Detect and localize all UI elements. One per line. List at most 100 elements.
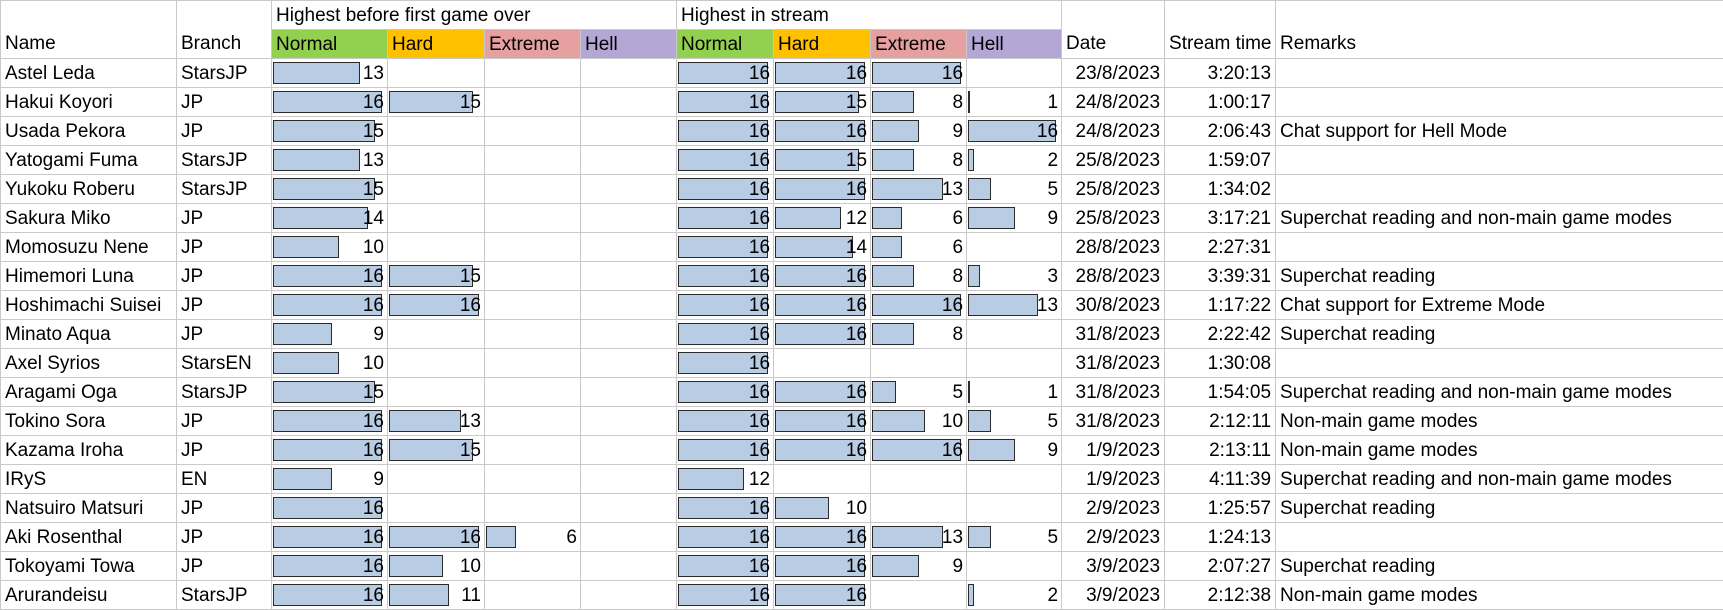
cell-stream-hard[interactable]: 16 (773, 551, 872, 581)
cell-stream-time[interactable]: 2:12:11 (1164, 406, 1277, 436)
cell-remarks[interactable] (1275, 522, 1723, 552)
cell-stream-normal[interactable]: 16 (676, 580, 775, 610)
cell-branch[interactable]: JP (176, 319, 272, 349)
cell-before-normal[interactable]: 16 (271, 290, 388, 320)
cell-before-extreme[interactable] (484, 261, 581, 291)
cell-remarks[interactable]: Chat support for Hell Mode (1275, 116, 1723, 146)
cell-branch[interactable]: JP (176, 261, 272, 291)
header-blank-cell[interactable] (0, 0, 177, 30)
column-header-branch[interactable]: Branch (176, 29, 272, 59)
cell-stream-time[interactable]: 2:07:27 (1164, 551, 1277, 581)
cell-stream-time[interactable]: 1:25:57 (1164, 493, 1277, 523)
cell-stream-hell[interactable]: 3 (966, 261, 1063, 291)
cell-branch[interactable]: JP (176, 116, 272, 146)
cell-name[interactable]: Momosuzu Nene (0, 232, 177, 262)
cell-stream-hell[interactable]: 2 (966, 580, 1063, 610)
cell-stream-time[interactable]: 1:54:05 (1164, 377, 1277, 407)
cell-date[interactable]: 3/9/2023 (1061, 580, 1166, 610)
cell-name[interactable]: IRyS (0, 464, 177, 494)
cell-remarks[interactable] (1275, 145, 1723, 175)
cell-stream-extreme[interactable]: 16 (870, 290, 968, 320)
cell-before-extreme[interactable] (484, 174, 581, 204)
cell-remarks[interactable] (1275, 174, 1723, 204)
cell-remarks[interactable]: Non-main game modes (1275, 406, 1723, 436)
cell-branch[interactable]: JP (176, 406, 272, 436)
cell-stream-extreme[interactable]: 6 (870, 203, 968, 233)
cell-date[interactable]: 30/8/2023 (1061, 290, 1166, 320)
cell-date[interactable]: 25/8/2023 (1061, 145, 1166, 175)
cell-stream-extreme[interactable]: 9 (870, 551, 968, 581)
cell-before-normal[interactable]: 16 (271, 493, 388, 523)
cell-before-hell[interactable] (579, 377, 678, 407)
cell-before-hell[interactable] (579, 464, 678, 494)
cell-branch[interactable]: JP (176, 551, 272, 581)
cell-stream-time[interactable]: 2:22:42 (1164, 319, 1277, 349)
column-header-date[interactable]: Date (1061, 29, 1166, 59)
cell-before-normal[interactable]: 16 (271, 87, 388, 117)
cell-before-extreme[interactable] (484, 87, 581, 117)
cell-branch[interactable]: JP (176, 493, 272, 523)
cell-stream-time[interactable]: 2:27:31 (1164, 232, 1277, 262)
cell-stream-hard[interactable] (773, 464, 872, 494)
cell-name[interactable]: Sakura Miko (0, 203, 177, 233)
cell-date[interactable]: 25/8/2023 (1061, 174, 1166, 204)
cell-before-normal[interactable]: 13 (271, 145, 388, 175)
cell-remarks[interactable]: Superchat reading (1275, 319, 1723, 349)
cell-before-hell[interactable] (579, 551, 678, 581)
cell-name[interactable]: Hakui Koyori (0, 87, 177, 117)
cell-before-hard[interactable] (387, 145, 485, 175)
cell-before-hell[interactable] (579, 522, 678, 552)
cell-before-extreme[interactable] (484, 348, 581, 378)
cell-before-hard[interactable] (387, 319, 485, 349)
cell-before-normal[interactable]: 16 (271, 406, 388, 436)
cell-stream-hell[interactable]: 9 (966, 203, 1063, 233)
cell-before-hell[interactable] (579, 145, 678, 175)
cell-stream-extreme[interactable] (870, 493, 968, 523)
cell-stream-extreme[interactable] (870, 464, 968, 494)
cell-before-hard[interactable] (387, 174, 485, 204)
cell-branch[interactable]: JP (176, 522, 272, 552)
cell-stream-normal[interactable]: 16 (676, 493, 775, 523)
cell-before-extreme[interactable] (484, 580, 581, 610)
cell-before-hell[interactable] (579, 232, 678, 262)
cell-name[interactable]: Astel Leda (0, 58, 177, 88)
cell-branch[interactable]: StarsJP (176, 145, 272, 175)
cell-name[interactable]: Natsuiro Matsuri (0, 493, 177, 523)
cell-stream-extreme[interactable]: 8 (870, 261, 968, 291)
column-header-stream-time[interactable]: Stream time (1164, 29, 1277, 59)
column-header-before-extreme[interactable]: Extreme (484, 29, 581, 59)
cell-before-normal[interactable]: 16 (271, 522, 388, 552)
cell-remarks[interactable]: Superchat reading and non-main game mode… (1275, 377, 1723, 407)
cell-before-hard[interactable]: 16 (387, 290, 485, 320)
cell-stream-time[interactable]: 1:24:13 (1164, 522, 1277, 552)
cell-before-hard[interactable]: 13 (387, 406, 485, 436)
cell-stream-normal[interactable]: 16 (676, 377, 775, 407)
cell-before-extreme[interactable] (484, 58, 581, 88)
cell-stream-time[interactable]: 3:39:31 (1164, 261, 1277, 291)
cell-stream-hell[interactable]: 5 (966, 174, 1063, 204)
cell-before-hard[interactable]: 16 (387, 522, 485, 552)
cell-date[interactable]: 3/9/2023 (1061, 551, 1166, 581)
column-header-before-hell[interactable]: Hell (579, 29, 678, 59)
cell-remarks[interactable] (1275, 58, 1723, 88)
column-header-stream-normal[interactable]: Normal (676, 29, 775, 59)
cell-before-hell[interactable] (579, 348, 678, 378)
cell-date[interactable]: 24/8/2023 (1061, 116, 1166, 146)
cell-stream-hell[interactable] (966, 348, 1063, 378)
cell-before-hard[interactable] (387, 348, 485, 378)
cell-stream-hard[interactable]: 10 (773, 493, 872, 523)
cell-stream-hell[interactable] (966, 464, 1063, 494)
cell-before-hard[interactable]: 15 (387, 261, 485, 291)
cell-stream-extreme[interactable]: 8 (870, 87, 968, 117)
cell-before-hell[interactable] (579, 493, 678, 523)
header-blank-cell[interactable] (1164, 0, 1277, 30)
cell-stream-time[interactable]: 1:34:02 (1164, 174, 1277, 204)
cell-before-extreme[interactable] (484, 464, 581, 494)
cell-branch[interactable]: StarsJP (176, 58, 272, 88)
cell-stream-extreme[interactable]: 6 (870, 232, 968, 262)
cell-before-hard[interactable] (387, 232, 485, 262)
cell-remarks[interactable]: Superchat reading (1275, 551, 1723, 581)
cell-before-hard[interactable] (387, 203, 485, 233)
cell-stream-hard[interactable]: 16 (773, 174, 872, 204)
cell-before-hell[interactable] (579, 116, 678, 146)
